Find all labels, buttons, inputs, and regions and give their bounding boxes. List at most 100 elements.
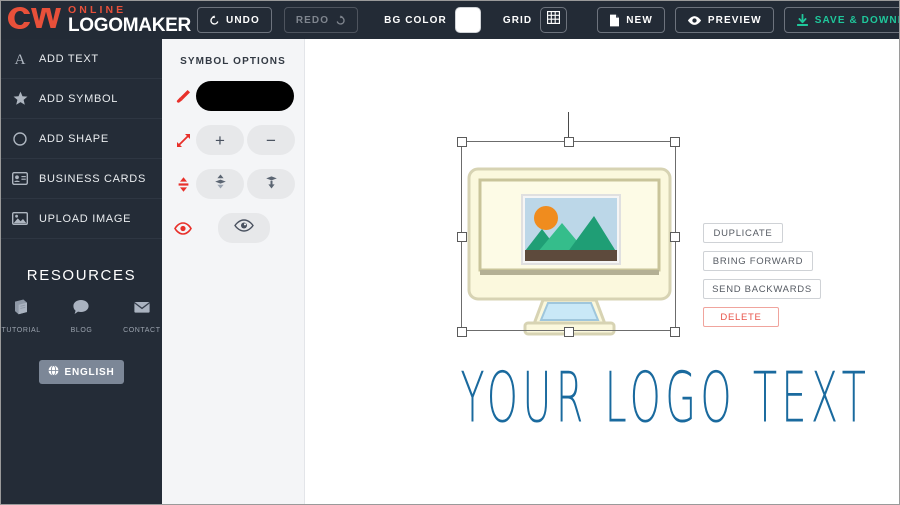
- brand-logomaker-text: LOGOMAKER: [68, 15, 191, 37]
- sidebar-item-add-symbol[interactable]: ADD SYMBOL: [1, 79, 162, 119]
- new-button[interactable]: NEW: [597, 7, 665, 33]
- sidebar-item-label: BUSINESS CARDS: [39, 172, 146, 185]
- document-icon: [609, 14, 620, 27]
- save-download-label: SAVE & DOWNLOAD: [814, 14, 899, 26]
- send-backwards-button[interactable]: SEND BACKWARDS: [703, 279, 821, 299]
- size-controls: + −: [196, 125, 295, 155]
- resize-handle-bottom-left[interactable]: [457, 327, 467, 337]
- eye-outline-icon: [170, 221, 196, 235]
- bg-color-label: BG COLOR: [384, 14, 447, 26]
- symbol-color-swatch[interactable]: [196, 81, 294, 111]
- flip-controls: [196, 169, 295, 199]
- brand-wordmark: ONLINE LOGOMAKER: [68, 5, 191, 36]
- resize-handle-middle-left[interactable]: [457, 232, 467, 242]
- sidebar-item-add-text[interactable]: A ADD TEXT: [1, 39, 162, 79]
- brand-online-text: ONLINE: [68, 3, 127, 16]
- envelope-icon: [133, 298, 151, 321]
- redo-label: REDO: [295, 14, 330, 26]
- redo-button[interactable]: REDO: [283, 7, 359, 33]
- increase-size-label: +: [215, 130, 225, 150]
- resource-tutorial[interactable]: TUTORIAL: [1, 298, 41, 334]
- duplicate-button[interactable]: DUPLICATE: [703, 223, 783, 243]
- resize-handle-top-right[interactable]: [670, 137, 680, 147]
- language-label: ENGLISH: [64, 366, 115, 378]
- resize-handle-bottom-center[interactable]: [564, 327, 574, 337]
- flip-vertical-up-icon: [212, 173, 229, 195]
- sidebar-item-label: ADD TEXT: [39, 52, 99, 65]
- circle-outline-icon: [11, 131, 29, 146]
- resize-handle-bottom-right[interactable]: [670, 327, 680, 337]
- increase-size-button[interactable]: +: [196, 125, 244, 155]
- resource-label: TUTORIAL: [1, 327, 41, 334]
- business-card-icon: [11, 172, 29, 185]
- resources-list: TUTORIAL BLOG CONTACT: [1, 298, 162, 334]
- flip-option-row: [162, 169, 304, 199]
- image-upload-icon: [11, 212, 29, 225]
- size-option-row: + −: [162, 125, 304, 155]
- brand-logo[interactable]: ONLINE LOGOMAKER: [1, 1, 191, 39]
- grid-3x3-icon: [547, 10, 561, 29]
- language-selector-wrap: ENGLISH: [1, 360, 162, 384]
- preview-label: PREVIEW: [707, 14, 762, 26]
- download-icon: [796, 13, 809, 27]
- flip-arrows-icon: [170, 176, 196, 193]
- color-controls: [196, 81, 294, 111]
- flip-vertical-down-button[interactable]: [247, 169, 295, 199]
- undo-button[interactable]: UNDO: [197, 7, 272, 33]
- decrease-size-button[interactable]: −: [247, 125, 295, 155]
- rotate-handle-top-center[interactable]: [564, 137, 574, 147]
- grid-toggle-button[interactable]: [540, 7, 568, 33]
- sidebar-item-business-cards[interactable]: BUSINESS CARDS: [1, 159, 162, 199]
- bg-color-swatch[interactable]: [454, 7, 481, 33]
- logo-text-object[interactable]: YOUR LOGO TEXT: [460, 359, 865, 439]
- resource-blog[interactable]: BLOG: [61, 298, 101, 334]
- object-context-menu: DUPLICATE BRING FORWARD SEND BACKWARDS D…: [703, 223, 821, 335]
- brand-mark-icon: [7, 5, 61, 36]
- color-option-row: [162, 81, 304, 111]
- sidebar-item-label: ADD SYMBOL: [39, 92, 119, 105]
- visibility-controls: [218, 213, 270, 243]
- resource-label: CONTACT: [123, 327, 161, 334]
- sidebar-item-label: UPLOAD IMAGE: [39, 212, 132, 225]
- language-selector[interactable]: ENGLISH: [39, 360, 124, 384]
- visibility-option-row: [162, 213, 304, 243]
- left-sidebar: A ADD TEXT ADD SYMBOL ADD SHAPE BUSINESS…: [1, 39, 162, 504]
- logo-canvas[interactable]: DUPLICATE BRING FORWARD SEND BACKWARDS D…: [305, 39, 899, 504]
- letter-a-icon: A: [11, 51, 29, 66]
- sidebar-item-add-shape[interactable]: ADD SHAPE: [1, 119, 162, 159]
- logo-maker-app: ONLINE LOGOMAKER UNDO REDO BG COLOR GRID…: [0, 0, 900, 505]
- grid-label: GRID: [502, 14, 533, 26]
- redo-arrow-icon: [335, 14, 346, 26]
- undo-label: UNDO: [226, 14, 260, 26]
- selection-frame: [457, 137, 680, 337]
- resource-label: BLOG: [70, 327, 93, 334]
- top-toolbar: ONLINE LOGOMAKER UNDO REDO BG COLOR GRID…: [1, 1, 899, 39]
- eye-icon: [687, 15, 702, 26]
- paintbrush-icon: [170, 88, 196, 105]
- resize-arrows-icon: [170, 132, 196, 149]
- resources-heading: RESOURCES: [26, 267, 137, 284]
- flip-vertical-down-icon: [263, 173, 280, 195]
- symbol-options-panel: SYMBOL OPTIONS + −: [162, 39, 305, 504]
- grid-group: GRID: [502, 7, 568, 33]
- svg-text:A: A: [15, 52, 26, 66]
- resize-handle-top-left[interactable]: [457, 137, 467, 147]
- star-icon: [11, 91, 29, 106]
- bg-color-group: BG COLOR: [384, 7, 481, 33]
- eye-icon: [234, 219, 254, 237]
- options-panel-title: SYMBOL OPTIONS: [180, 56, 286, 67]
- toggle-visibility-button[interactable]: [218, 213, 270, 243]
- flip-vertical-up-button[interactable]: [196, 169, 244, 199]
- undo-arrow-icon: [209, 14, 220, 26]
- save-download-button[interactable]: SAVE & DOWNLOAD: [783, 7, 899, 33]
- decrease-size-label: −: [266, 130, 276, 150]
- new-label: NEW: [626, 14, 653, 26]
- preview-button[interactable]: PREVIEW: [674, 7, 774, 33]
- resource-contact[interactable]: CONTACT: [122, 298, 162, 334]
- speech-bubble-icon: [72, 298, 90, 321]
- sidebar-item-upload-image[interactable]: UPLOAD IMAGE: [1, 199, 162, 239]
- book-icon: [12, 298, 30, 321]
- bring-forward-button[interactable]: BRING FORWARD: [703, 251, 813, 271]
- delete-button[interactable]: DELETE: [703, 307, 779, 327]
- resize-handle-middle-right[interactable]: [670, 232, 680, 242]
